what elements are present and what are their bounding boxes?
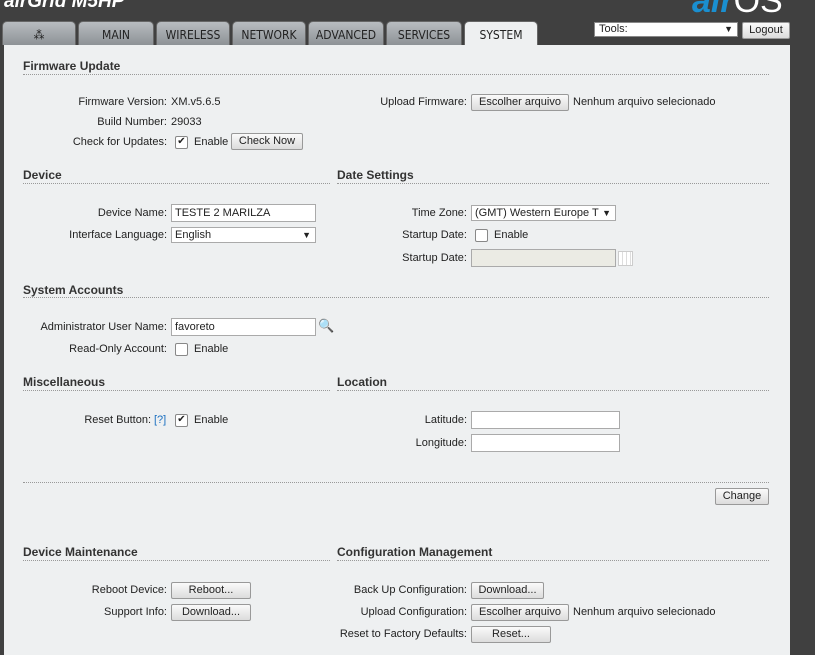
factory-reset-label: Reset to Factory Defaults:: [339, 628, 467, 640]
tab-services[interactable]: SERVICES: [386, 21, 462, 45]
key-search-icon[interactable]: 🔍: [318, 318, 334, 334]
dropdown-arrow-icon: ▼: [600, 207, 611, 219]
factory-reset-button[interactable]: Reset...: [471, 626, 551, 643]
admin-user-input[interactable]: favoreto: [171, 318, 316, 336]
divider: [23, 390, 330, 391]
reboot-button[interactable]: Reboot...: [171, 582, 251, 599]
reset-button-checkbox[interactable]: ✔: [175, 414, 188, 427]
check-now-button[interactable]: Check Now: [231, 133, 303, 150]
reset-button-label: Reset Button:: [84, 414, 151, 426]
latitude-label: Latitude:: [424, 414, 467, 426]
startup-date-value-label: Startup Date:: [402, 252, 467, 264]
device-name-input[interactable]: TESTE 2 MARILZA: [171, 204, 316, 222]
divider: [23, 183, 330, 184]
device-heading: Device: [23, 168, 62, 182]
change-button[interactable]: Change: [715, 488, 769, 505]
upload-firmware-label: Upload Firmware:: [380, 96, 467, 108]
backup-config-label: Back Up Configuration:: [353, 584, 467, 596]
upload-config-label: Upload Configuration:: [360, 606, 467, 618]
tab-system[interactable]: SYSTEM: [464, 21, 538, 47]
enable-label: Enable: [194, 136, 229, 148]
dropdown-arrow-icon: ▼: [302, 230, 311, 240]
divider: [337, 390, 769, 391]
airos-logo: airOS: [692, 0, 783, 20]
read-only-label: Read-Only Account:: [69, 343, 167, 355]
firmware-version-label: Firmware Version:: [78, 96, 167, 108]
divider: [23, 560, 330, 561]
configuration-management-heading: Configuration Management: [337, 545, 493, 559]
interface-language-select[interactable]: English ▼: [171, 227, 316, 243]
support-download-button[interactable]: Download...: [171, 604, 251, 621]
support-info-label: Support Info:: [104, 606, 167, 618]
device-name-label: Device Name:: [97, 207, 167, 219]
divider: [337, 560, 769, 561]
no-file-label: Nenhum arquivo selecionado: [573, 96, 716, 108]
tools-select[interactable]: Tools: ▼: [594, 22, 738, 37]
backup-download-button[interactable]: Download...: [471, 582, 544, 599]
choose-firmware-file-button[interactable]: Escolher arquivo: [471, 94, 569, 111]
reboot-label: Reboot Device:: [91, 584, 167, 596]
check-updates-label: Check for Updates:: [72, 136, 167, 148]
latitude-input[interactable]: [471, 411, 620, 429]
longitude-label: Longitude:: [415, 437, 467, 449]
device-maintenance-heading: Device Maintenance: [23, 545, 138, 559]
startup-date-checkbox[interactable]: [475, 229, 488, 242]
build-label: Build Number:: [97, 116, 167, 128]
firmware-heading: Firmware Update: [23, 59, 121, 73]
longitude-input[interactable]: [471, 434, 620, 452]
enable-label: Enable: [494, 229, 529, 241]
read-only-checkbox[interactable]: [175, 343, 188, 356]
tab-advanced[interactable]: ADVANCED: [308, 21, 384, 45]
location-heading: Location: [337, 375, 387, 389]
miscellaneous-heading: Miscellaneous: [23, 375, 106, 389]
startup-date-input[interactable]: [471, 249, 616, 267]
divider: [337, 183, 769, 184]
firmware-version: XM.v5.6.5: [171, 96, 221, 108]
divider: [23, 297, 769, 298]
logout-button[interactable]: Logout: [742, 22, 790, 39]
interface-language-label: Interface Language:: [69, 229, 167, 241]
divider: [23, 74, 769, 75]
calendar-icon[interactable]: [618, 251, 633, 266]
product-logo: airGrid M5HP: [4, 0, 125, 12]
ubiquiti-logo-icon: ⁂: [33, 28, 45, 42]
choose-config-file-button[interactable]: Escolher arquivo: [471, 604, 569, 621]
date-settings-heading: Date Settings: [337, 168, 414, 182]
tab-network[interactable]: NETWORK: [232, 21, 306, 45]
tab-wireless[interactable]: WIRELESS: [156, 21, 230, 45]
enable-label: Enable: [194, 343, 229, 355]
tab-home-logo[interactable]: ⁂: [2, 21, 76, 45]
startup-date-label: Startup Date:: [402, 229, 467, 241]
no-file-label: Nenhum arquivo selecionado: [573, 606, 716, 618]
admin-user-label: Administrator User Name:: [40, 321, 167, 333]
time-zone-select[interactable]: (GMT) Western Europe T ▼: [471, 205, 616, 221]
divider: [23, 482, 769, 483]
check-updates-checkbox[interactable]: ✔: [175, 136, 188, 149]
time-zone-label: Time Zone:: [411, 207, 467, 219]
tab-main[interactable]: MAIN: [78, 21, 154, 45]
reset-help-link[interactable]: [?]: [154, 414, 166, 426]
system-accounts-heading: System Accounts: [23, 283, 124, 297]
enable-label: Enable: [194, 414, 229, 426]
build-number: 29033: [171, 116, 202, 128]
dropdown-arrow-icon: ▼: [724, 24, 733, 34]
